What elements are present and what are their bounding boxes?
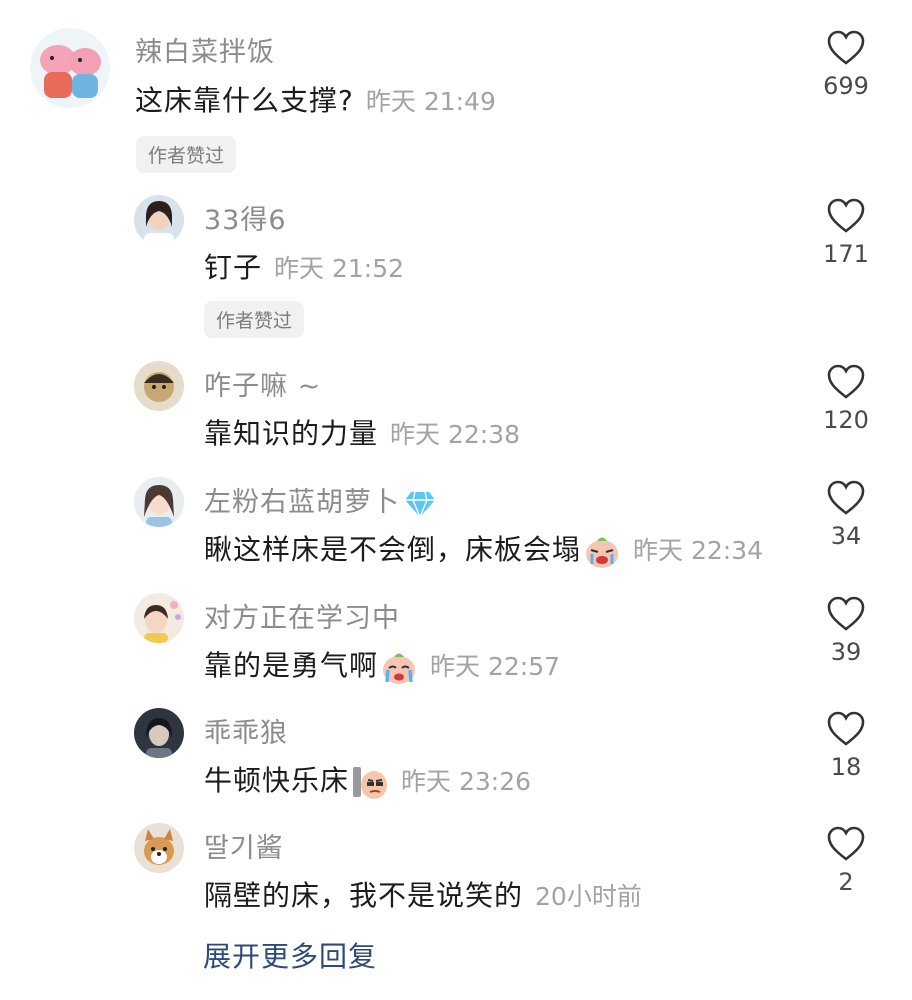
like-button[interactable]: 18 <box>816 711 876 781</box>
like-count: 18 <box>830 753 862 781</box>
comment-text[interactable]: 靠知识的力量 昨天 22:38 <box>204 412 520 452</box>
reply-item: 对方正在学习中 靠的是勇气啊 昨天 22:57 39 <box>0 588 912 698</box>
like-count: 699 <box>823 72 869 100</box>
author-liked-badge: 作者赞过 <box>204 301 305 338</box>
comment-item: 辣白菜拌饭 这床靠什么支撑? 昨天 21:49 作者赞过 699 <box>0 0 912 180</box>
comment-body: 这床靠什么支撑? <box>135 84 354 117</box>
heart-outline-icon <box>827 826 865 861</box>
comment-author[interactable]: 对方正在学习中 <box>204 596 400 635</box>
comment-text[interactable]: 钉子 昨天 21:52 <box>204 246 404 286</box>
comment-author[interactable]: 辣白菜拌饭 <box>135 30 275 69</box>
comment-author[interactable]: 左粉右蓝胡萝卜 <box>204 480 436 519</box>
crying-face-emoji <box>383 653 416 684</box>
avatar[interactable] <box>134 593 184 643</box>
like-button[interactable]: 120 <box>816 364 876 434</box>
comment-author[interactable]: 乖乖狼 <box>204 711 288 750</box>
avatar[interactable] <box>134 361 184 411</box>
like-count: 120 <box>823 406 869 434</box>
comment-text[interactable]: 靠的是勇气啊 昨天 22:57 <box>204 644 560 686</box>
comment-text[interactable]: 牛顿快乐床 昨天 23:26 <box>204 759 531 801</box>
comment-text[interactable]: 瞅这样床是不会倒，床板会塌 昨天 22:34 <box>204 528 763 570</box>
comment-time: 昨天 21:49 <box>365 87 496 116</box>
avatar[interactable] <box>134 708 184 758</box>
author-name: 左粉右蓝胡萝卜 <box>204 487 400 518</box>
reply-item: 左粉右蓝胡萝卜 瞅这样床是不会倒，床板会塌 昨天 22:34 34 <box>0 472 912 582</box>
comment-time: 昨天 23:26 <box>401 767 532 796</box>
author-liked-badge: 作者赞过 <box>136 136 237 173</box>
comment-body: 钉子 <box>204 251 263 284</box>
comment-body: 靠的是勇气啊 <box>204 649 379 682</box>
like-button[interactable]: 171 <box>816 198 876 268</box>
like-count: 39 <box>830 638 862 666</box>
heart-outline-icon <box>827 711 865 746</box>
comment-body: 靠知识的力量 <box>204 417 379 450</box>
reply-item: 咋子嘛 ~ 靠知识的力量 昨天 22:38 120 <box>0 356 912 466</box>
comment-body: 牛顿快乐床 <box>204 764 350 797</box>
avatar[interactable] <box>134 195 184 245</box>
crying-face-emoji <box>586 537 619 568</box>
like-count: 171 <box>823 240 869 268</box>
reply-item: 乖乖狼 牛顿快乐床 昨天 23:26 18 <box>0 703 912 813</box>
reply-item: 딸기酱 隔壁的床，我不是说笑的 20小时前 2 <box>0 818 912 928</box>
expand-more-replies-link[interactable]: 展开更多回复 <box>203 935 377 975</box>
comment-author[interactable]: 咋子嘛 ~ <box>204 364 321 403</box>
avatar[interactable] <box>134 477 184 527</box>
comment-time: 昨天 22:38 <box>390 420 521 449</box>
heart-outline-icon <box>827 364 865 399</box>
comment-time: 昨天 22:34 <box>633 536 764 565</box>
comment-time: 昨天 22:57 <box>430 652 561 681</box>
like-button[interactable]: 2 <box>816 826 876 896</box>
heart-outline-icon <box>827 480 865 515</box>
comment-text[interactable]: 隔壁的床，我不是说笑的 20小时前 <box>204 874 642 914</box>
diamond-icon <box>405 491 435 518</box>
comment-time: 20小时前 <box>535 882 642 911</box>
comment-author[interactable]: 딸기酱 <box>204 826 284 865</box>
reply-item: 33得6 钉子 昨天 21:52 作者赞过 171 <box>0 190 912 350</box>
comment-body: 瞅这样床是不会倒，床板会塌 <box>204 533 582 566</box>
like-button[interactable]: 699 <box>816 30 876 100</box>
avatar[interactable] <box>30 28 110 108</box>
smirk-face-emoji <box>353 767 388 799</box>
like-count: 34 <box>830 522 862 550</box>
avatar[interactable] <box>134 823 184 873</box>
heart-outline-icon <box>827 198 865 233</box>
heart-outline-icon <box>827 30 865 65</box>
like-button[interactable]: 34 <box>816 480 876 550</box>
like-count: 2 <box>838 868 854 896</box>
comment-time: 昨天 21:52 <box>274 254 405 283</box>
heart-outline-icon <box>827 596 865 631</box>
comment-body: 隔壁的床，我不是说笑的 <box>204 879 524 912</box>
comment-text[interactable]: 这床靠什么支撑? 昨天 21:49 <box>135 79 496 119</box>
like-button[interactable]: 39 <box>816 596 876 666</box>
comment-author[interactable]: 33得6 <box>204 198 287 237</box>
